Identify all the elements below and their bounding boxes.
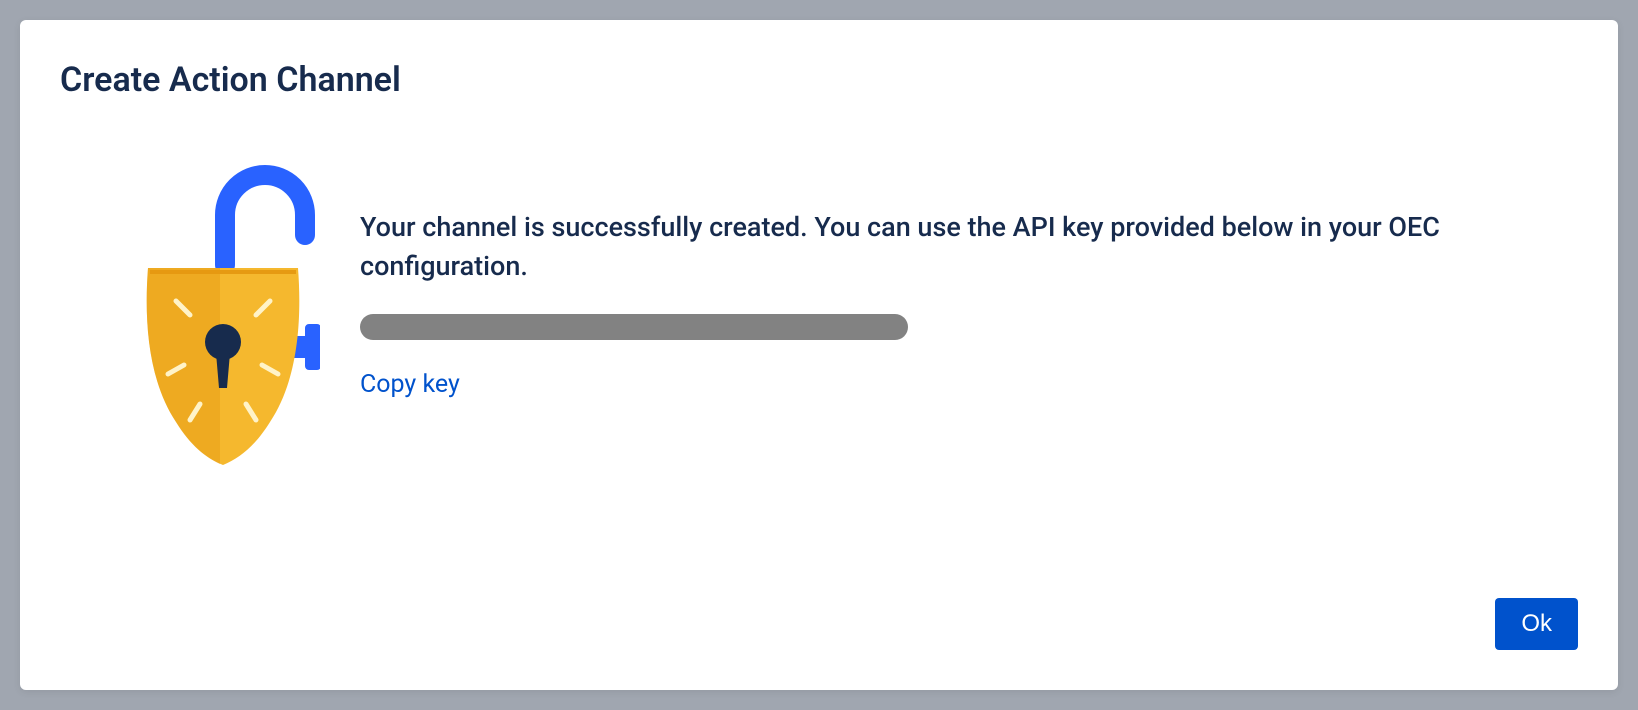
dialog-content: Your channel is successfully created. Yo… bbox=[60, 160, 1578, 480]
lock-icon bbox=[120, 160, 320, 480]
api-key-redacted bbox=[360, 314, 908, 340]
create-action-channel-dialog: Create Action Channel bbox=[20, 20, 1618, 690]
copy-key-link[interactable]: Copy key bbox=[360, 370, 460, 399]
ok-button[interactable]: Ok bbox=[1495, 598, 1578, 650]
dialog-title: Create Action Channel bbox=[60, 60, 1578, 100]
text-block: Your channel is successfully created. Yo… bbox=[360, 160, 1578, 399]
success-message: Your channel is successfully created. Yo… bbox=[360, 208, 1578, 286]
